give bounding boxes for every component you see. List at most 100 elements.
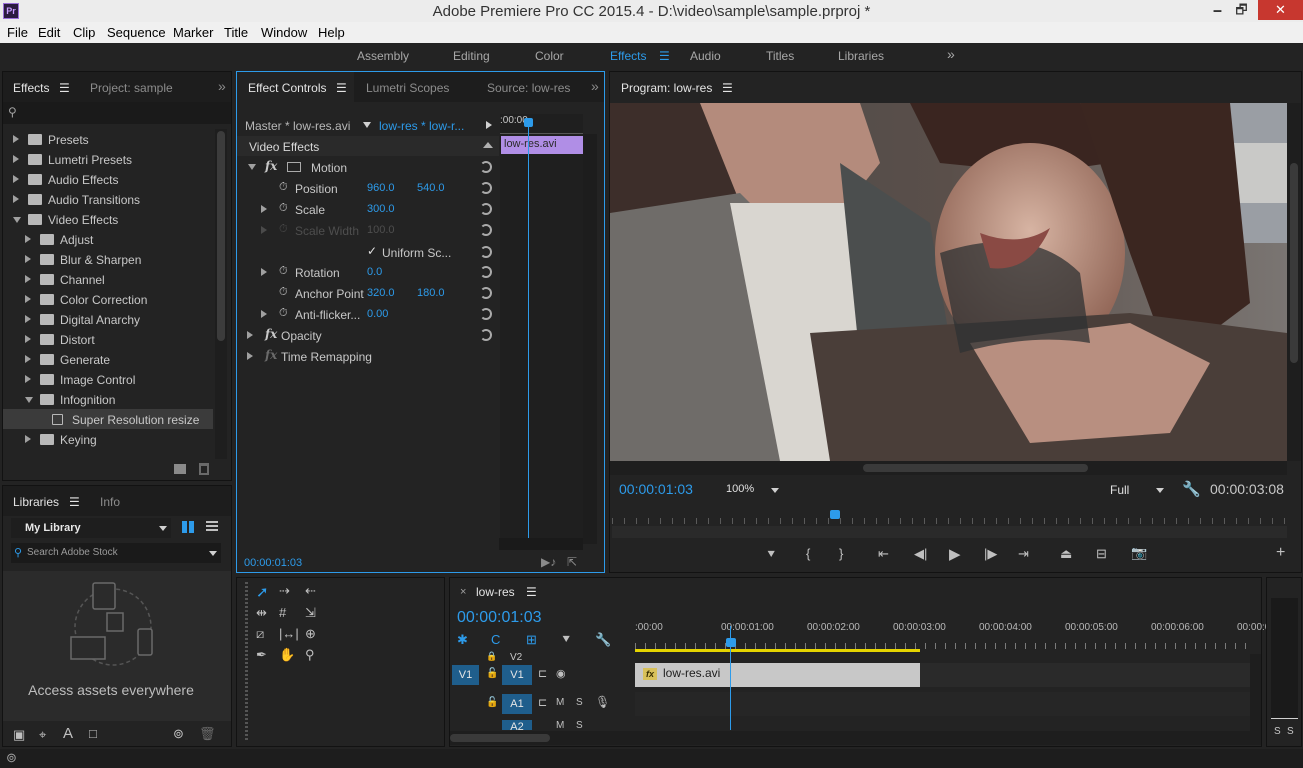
chevron-right-icon[interactable]	[25, 335, 31, 343]
anti-flicker-disclosure-icon[interactable]	[261, 310, 267, 318]
effects-tree-item[interactable]: Lumetri Presets	[3, 149, 213, 169]
effects-tree-item[interactable]: Super Resolution resize	[3, 409, 213, 429]
export-frame-camera-icon[interactable]: 📷	[1131, 545, 1147, 561]
rotation-value[interactable]: 0.0	[367, 266, 382, 278]
new-bin-icon[interactable]	[174, 464, 186, 474]
lift-icon[interactable]: ⏏	[1060, 546, 1072, 562]
menu-sequence[interactable]: Sequence	[107, 25, 166, 40]
zoom-tool-icon[interactable]: ⚲	[305, 647, 315, 663]
chevron-right-icon[interactable]	[13, 155, 19, 163]
mark-in-icon[interactable]: {	[806, 546, 810, 561]
program-vscroll-thumb[interactable]	[1290, 163, 1298, 363]
program-video-frame[interactable]	[610, 103, 1287, 461]
anchor-point-x-value[interactable]: 320.0	[367, 287, 395, 299]
program-timecode[interactable]: 00:00:01:03	[619, 481, 693, 497]
go-to-in-icon[interactable]: ⇤	[878, 546, 889, 562]
chevron-right-icon[interactable]	[25, 435, 31, 443]
effects-tree-item[interactable]: Audio Effects	[3, 169, 213, 189]
panel-overflow-icon[interactable]: »	[218, 78, 226, 94]
rate-stretch-tool-icon[interactable]: ⇲	[305, 605, 316, 621]
export-icon[interactable]: ⇱	[567, 555, 577, 569]
effects-scroll-thumb[interactable]	[217, 131, 225, 341]
anchor-point-y-value[interactable]: 180.0	[417, 287, 445, 299]
lock-icon[interactable]: 🔒	[486, 651, 497, 662]
effects-tree-item[interactable]: Image Control	[3, 369, 213, 389]
effects-tree-item[interactable]: Generate	[3, 349, 213, 369]
wrench-settings-icon[interactable]: 🔧	[1182, 480, 1201, 498]
snap-magnet-icon[interactable]: C	[491, 632, 500, 647]
position-y-value[interactable]: 540.0	[417, 182, 445, 194]
close-sequence-icon[interactable]: ×	[460, 586, 466, 598]
grid-view-icon[interactable]	[182, 521, 194, 533]
trash-icon[interactable]: 🗑	[199, 726, 216, 742]
ec-scrollbar[interactable]	[583, 134, 597, 544]
opacity-disclosure-icon[interactable]	[247, 331, 253, 339]
motion-disclosure-icon[interactable]	[248, 164, 256, 170]
video-clip[interactable]: fx low-res.avi	[635, 663, 920, 687]
hand-tool-icon[interactable]: ✋	[279, 647, 295, 663]
chevron-down-icon[interactable]	[1156, 488, 1164, 493]
tab-effect-controls[interactable]: Effect Controls	[248, 81, 326, 95]
mini-timeline-playhead-handle[interactable]	[524, 118, 533, 127]
track-v1-label[interactable]: V1	[502, 665, 532, 685]
playback-quality-select[interactable]: Full	[1110, 483, 1129, 497]
menu-edit[interactable]: Edit	[38, 25, 60, 40]
chevron-right-icon[interactable]	[25, 255, 31, 263]
tab-libraries[interactable]: Libraries	[13, 495, 59, 509]
track-a2-label[interactable]: A2	[502, 720, 532, 730]
lock-icon[interactable]: 🔓	[486, 668, 498, 679]
workspace-libraries[interactable]: Libraries	[838, 49, 884, 63]
play-audio-icon[interactable]: ▶♪	[541, 555, 556, 569]
ec-timecode[interactable]: 00:00:01:03	[244, 557, 302, 569]
reset-icon[interactable]	[480, 203, 492, 215]
tab-libraries-menu-icon[interactable]: ☰	[69, 495, 80, 509]
effects-tree-item[interactable]: Channel	[3, 269, 213, 289]
text-style-icon[interactable]: A	[63, 725, 73, 742]
menu-marker[interactable]: Marker	[173, 25, 213, 40]
effects-tree-item[interactable]: Keying	[3, 429, 213, 449]
mini-timeline-playhead[interactable]	[528, 118, 529, 538]
fx-icon[interactable]: fx	[265, 159, 277, 173]
panel-overflow-icon[interactable]: »	[591, 78, 599, 94]
program-zoom-bar[interactable]	[612, 526, 1287, 538]
transform-box-icon[interactable]	[287, 162, 301, 172]
timeline-timecode[interactable]: 00:00:01:03	[457, 609, 542, 627]
stopwatch-icon[interactable]: ⏱	[279, 202, 288, 215]
workspace-titles[interactable]: Titles	[766, 49, 794, 63]
effects-search-input[interactable]: ⚲	[3, 102, 231, 124]
extract-icon[interactable]: ⊟	[1096, 546, 1107, 562]
list-view-icon[interactable]	[206, 521, 218, 533]
effects-tree-item[interactable]: Presets	[3, 129, 213, 149]
program-vscroll[interactable]	[1287, 103, 1301, 461]
tab-source[interactable]: Source: low-res	[487, 81, 570, 95]
reset-icon[interactable]	[480, 287, 492, 299]
effects-scrollbar[interactable]	[215, 129, 227, 459]
add-marker-icon[interactable]: ⯆	[561, 632, 571, 648]
menu-clip[interactable]: Clip	[73, 25, 95, 40]
add-elements-icon[interactable]: ▣	[13, 727, 25, 743]
effects-tree-item[interactable]: Blur & Sharpen	[3, 249, 213, 269]
menu-help[interactable]: Help	[318, 25, 345, 40]
tab-effect-controls-menu-icon[interactable]: ☰	[336, 81, 347, 95]
slip-tool-icon[interactable]: |↔|	[279, 626, 299, 641]
mark-out-icon[interactable]: }	[839, 546, 843, 561]
program-hscroll-thumb[interactable]	[863, 464, 1088, 472]
tab-info[interactable]: Info	[100, 495, 120, 509]
time-remapping-row[interactable]: fx Time Remapping	[237, 346, 499, 366]
color-theme-icon[interactable]: ⌖	[39, 727, 46, 743]
linked-selection-icon[interactable]: ⊞	[526, 632, 537, 648]
meter-solo-left[interactable]: S	[1274, 726, 1281, 737]
mini-timeline-hscroll[interactable]	[499, 538, 583, 550]
minimize-button[interactable]: 🗕	[1204, 0, 1231, 20]
mute-button[interactable]: M	[556, 697, 564, 708]
uniform-scale-checkbox[interactable]: ✓	[367, 244, 377, 258]
time-remapping-disclosure-icon[interactable]	[247, 352, 253, 360]
sequence-menu-icon[interactable]: ☰	[526, 585, 537, 599]
chevron-right-icon[interactable]	[25, 295, 31, 303]
workspace-color[interactable]: Color	[535, 49, 564, 63]
reset-icon[interactable]	[480, 161, 492, 173]
track-select-tool-icon[interactable]: ⇢	[279, 583, 290, 599]
workspace-effects-menu-icon[interactable]: ☰	[659, 49, 670, 63]
graphic-icon[interactable]: □	[89, 726, 97, 741]
show-timeline-toggle-icon[interactable]	[486, 121, 492, 129]
